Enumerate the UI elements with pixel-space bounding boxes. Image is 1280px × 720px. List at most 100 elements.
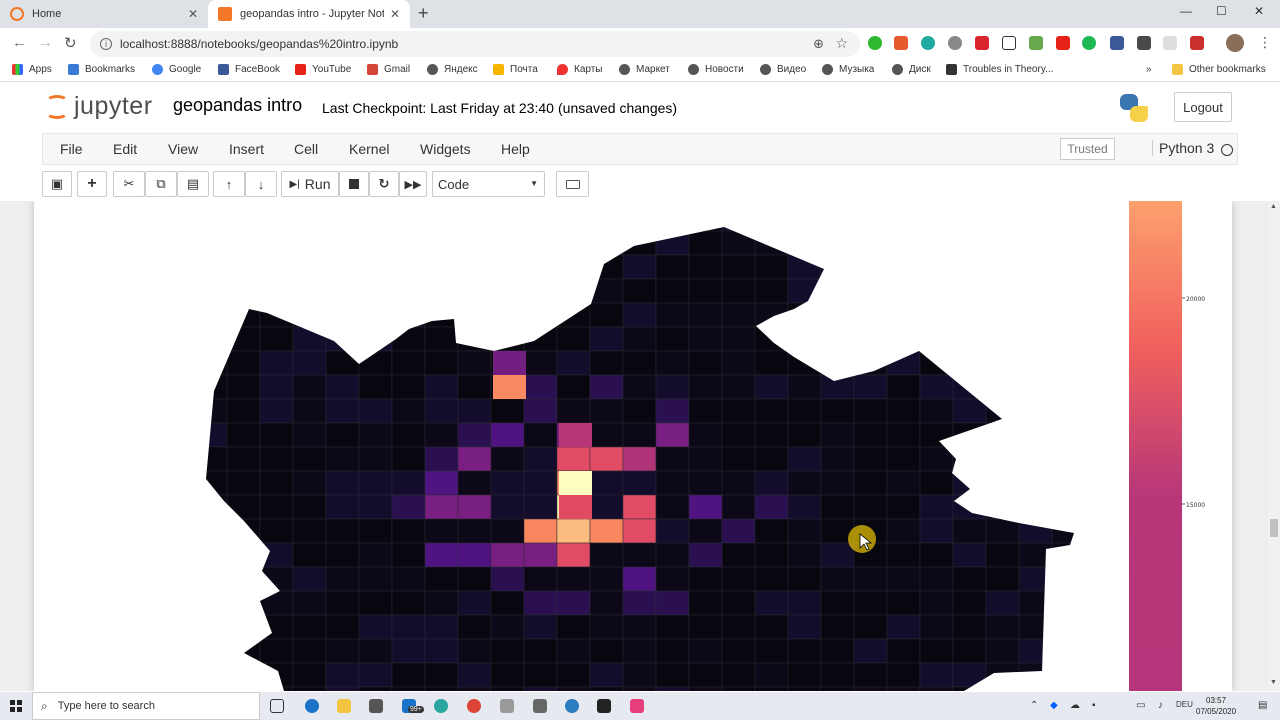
bookmark-karty[interactable]: Карты [557,64,603,75]
bookmarks-overflow-icon[interactable]: » [1146,64,1152,75]
bookmark-youtube[interactable]: YouTube [295,64,351,75]
forward-icon[interactable]: → [38,34,53,51]
trusted-indicator[interactable]: Trusted [1060,138,1115,160]
bookmark-market[interactable]: Маркет [619,64,670,75]
scrollbar-thumb[interactable] [1270,519,1278,537]
extension-icon[interactable] [1110,36,1124,50]
bookmark-star-icon[interactable]: ☆ [835,35,848,52]
app-icon[interactable] [630,699,644,713]
bookmark-video[interactable]: Видео [760,64,806,75]
extension-icon[interactable] [1190,36,1204,50]
cut-button[interactable]: ✂ [113,171,145,197]
avatar[interactable] [1226,34,1244,52]
zoom-icon[interactable]: ⊕ [813,36,824,52]
extension-icon[interactable] [1163,36,1177,50]
extension-icon[interactable] [894,36,908,50]
info-icon[interactable]: i [100,38,112,50]
menu-kernel[interactable]: Kernel [349,141,389,157]
bookmark-novosti[interactable]: Новости [688,64,744,75]
interrupt-button[interactable] [339,171,369,197]
cell-type-select[interactable]: Code ▼ [432,171,545,197]
save-button[interactable]: ▣ [42,171,72,197]
notebook-favicon [218,7,232,21]
taskbar-search-input[interactable]: ⌕ Type here to search [32,692,260,720]
scroll-down-icon[interactable]: ▼ [1270,679,1277,686]
maximize-icon[interactable]: ☐ [1216,4,1227,18]
menu-help[interactable]: Help [501,141,530,157]
command-palette-button[interactable] [556,171,589,197]
bookmark-troubles[interactable]: Troubles in Theory... [946,64,1053,75]
edge-icon[interactable] [305,699,319,713]
extension-icon[interactable] [1029,36,1043,50]
bookmark-google[interactable]: Google [152,64,201,75]
store-icon[interactable] [369,699,383,713]
app-icon[interactable] [565,699,579,713]
dropbox-icon[interactable]: ◆ [1050,700,1058,711]
notebook-title[interactable]: geopandas intro [173,95,302,116]
paste-button[interactable]: ▤ [177,171,209,197]
new-tab-icon[interactable]: + [418,3,429,24]
windows-start-icon[interactable] [10,700,22,712]
app-icon[interactable] [533,699,547,713]
run-button[interactable]: ▶| Run [281,171,339,197]
extension-icon[interactable] [921,36,935,50]
reload-icon[interactable]: ↻ [64,34,77,52]
notebook-container[interactable]: 20000 15000 [0,201,1280,691]
tray-chevron-up-icon[interactable]: ⌃ [1030,700,1038,711]
volume-icon[interactable]: ♪ [1158,700,1163,711]
extension-icon[interactable] [1137,36,1151,50]
close-icon[interactable]: ✕ [390,7,400,21]
extension-icon[interactable] [948,36,962,50]
window-close-icon[interactable]: ✕ [1254,4,1264,18]
clock[interactable]: 03:57 07/05/2020 [1196,695,1236,717]
move-up-button[interactable]: ↑ [213,171,245,197]
tray-icon[interactable]: ▪ [1092,700,1096,711]
task-view-icon[interactable] [270,699,284,713]
insert-cell-button[interactable]: + [77,171,107,197]
close-icon[interactable]: ✕ [188,7,198,21]
photos-icon[interactable] [434,699,448,713]
file-explorer-icon[interactable] [337,699,351,713]
bookmark-bookmarks[interactable]: Bookmarks [68,64,135,75]
bookmark-pochta[interactable]: Почта [493,64,538,75]
menu-insert[interactable]: Insert [229,141,264,157]
minimize-icon[interactable]: — [1180,4,1192,18]
extension-icon[interactable] [868,36,882,50]
back-icon[interactable]: ← [12,34,27,51]
extension-icon[interactable] [1082,36,1096,50]
input-language[interactable]: DEU [1176,700,1193,709]
extension-icon[interactable] [1056,36,1070,50]
bookmark-other[interactable]: Other bookmarks [1172,64,1266,75]
bookmark-gmail[interactable]: Gmail [367,64,410,75]
menu-edit[interactable]: Edit [113,141,137,157]
notifications-icon[interactable]: ▤ [1258,700,1267,711]
menu-widgets[interactable]: Widgets [420,141,471,157]
menu-cell[interactable]: Cell [294,141,318,157]
bookmark-yandex[interactable]: Яндекс [427,64,478,75]
chrome-icon[interactable] [467,699,481,713]
terminal-icon[interactable] [597,699,611,713]
network-icon[interactable]: ▭ [1136,700,1145,711]
app-icon[interactable] [500,699,514,713]
bookmark-muzyka[interactable]: Музыка [822,64,874,75]
scroll-up-icon[interactable]: ▲ [1270,203,1277,210]
tab-home[interactable]: Home ✕ [0,0,208,28]
tab-notebook[interactable]: geopandas intro - Jupyter Noteb ✕ [208,0,410,28]
copy-button[interactable]: ⧉ [145,171,177,197]
restart-run-all-button[interactable]: ▶▶ [399,171,427,197]
cloud-icon[interactable]: ☁ [1070,700,1080,711]
menu-view[interactable]: View [168,141,198,157]
address-bar[interactable]: i localhost:8888/notebooks/geopandas%20i… [90,31,860,57]
extension-icon[interactable] [1002,36,1016,50]
jupyter-logo[interactable]: jupyter [46,92,153,121]
bookmark-facebook[interactable]: FaceBook [218,64,280,75]
extension-icon[interactable] [975,36,989,50]
menu-file[interactable]: File [60,141,83,157]
bookmark-disk[interactable]: Диск [892,64,931,75]
logout-button[interactable]: Logout [1174,92,1232,122]
restart-button[interactable]: ↻ [369,171,399,197]
move-down-button[interactable]: ↓ [245,171,277,197]
bookmark-apps[interactable]: Apps [12,64,52,75]
browser-menu-icon[interactable]: ⋮ [1258,34,1272,51]
page-scrollbar[interactable]: ▲ ▼ [1268,201,1280,691]
